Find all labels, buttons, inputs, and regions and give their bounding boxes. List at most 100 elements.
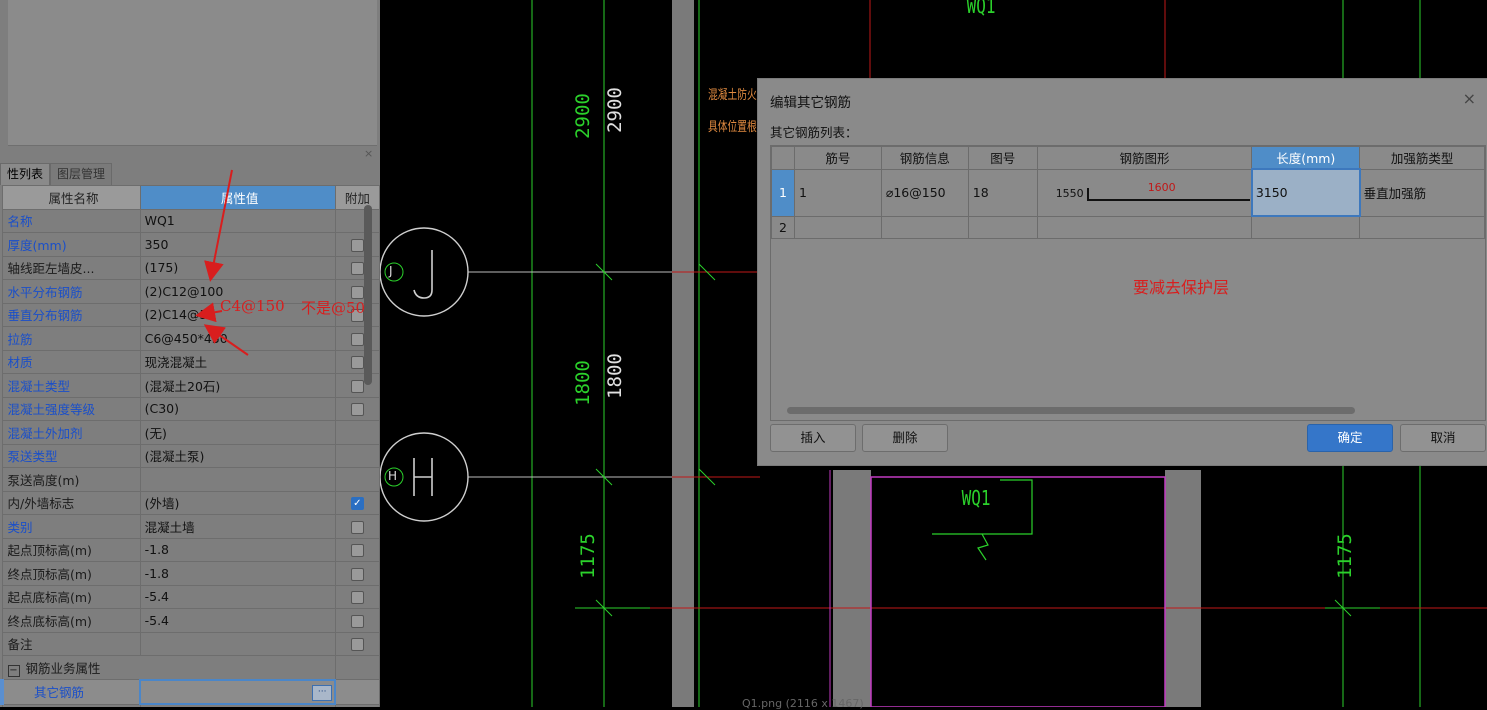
cancel-button[interactable]: 取消 [1400,424,1486,452]
table-row[interactable]: 泵送类型 (混凝土泵) [1,443,380,468]
rebar-table: 筋号 钢筋信息 图号 钢筋图形 长度(mm) 加强筋类型 1 1 ⌀16@150… [771,146,1485,239]
col-length[interactable]: 长度(mm) [1251,146,1361,170]
cell-bar-no[interactable] [793,215,882,239]
property-name: 泵送高度(m) [1,467,141,492]
checkbox-extra[interactable] [350,544,364,558]
col-reinforce-type[interactable]: 加强筋类型 [1359,146,1485,170]
group-rebar-business[interactable]: − 钢筋业务属性 [1,655,336,680]
ellipsis-button[interactable]: ··· [312,684,333,701]
panel-close-icon[interactable]: × [364,147,373,161]
property-value[interactable]: (外墙) [139,490,336,515]
col-bar-shape[interactable]: 钢筋图形 [1036,146,1253,170]
image-filename: Q1.png (2116 x 1467) [742,697,864,710]
table-row[interactable]: 终点底标高(m) -5.4 [1,608,380,633]
table-row[interactable]: 轴线距左墙皮... (175) [1,255,380,280]
cad-note-line2: 具体位置根 [708,120,757,135]
cad-label-wq1-mid: WQ1 [961,486,991,510]
axis-label-h: H [388,469,398,483]
tab-properties[interactable]: 性列表 [0,163,51,185]
property-value[interactable]: -5.4 [139,608,336,633]
table-row[interactable]: 拉筋 C6@450*450 [1,326,380,351]
property-value[interactable]: (混凝土20石) [139,373,336,398]
property-value[interactable]: 现浇混凝土 [139,349,336,374]
checkbox-extra[interactable]: ✓ [350,497,364,511]
table-row[interactable]: 备注 [1,631,380,656]
checkbox-extra[interactable] [350,379,364,393]
property-value[interactable]: (混凝土泵) [139,443,336,468]
dim-2900-green: 2900 [571,93,594,139]
property-value[interactable]: -1.8 [139,537,336,562]
table-row[interactable]: 类别 混凝土墙 [1,514,380,539]
property-value[interactable]: -1.8 [139,561,336,586]
delete-button[interactable]: 删除 [862,424,948,452]
property-name: 其它钢筋 [0,679,141,705]
property-name: 起点底标高(m) [1,584,141,609]
col-bar-no[interactable]: 筋号 [793,146,882,170]
table-row[interactable]: 混凝土类型 (混凝土20石) [1,373,380,398]
property-value[interactable]: WQ1 [139,208,336,233]
property-extra [334,208,380,233]
checkbox-extra[interactable] [350,614,364,628]
collapse-icon[interactable]: − [7,664,20,677]
table-row[interactable]: 1 1 ⌀16@150 18 1550 1600 3150 垂直加强筋 [771,168,1485,217]
other-rebar-input[interactable]: ··· [139,678,337,705]
checkbox-extra[interactable] [350,332,364,346]
cell-bar-info[interactable]: ⌀16@150 [880,168,969,217]
property-value[interactable]: 350 [139,232,336,257]
cell-reinforce-type[interactable] [1359,215,1485,239]
table-row[interactable]: 材质 现浇混凝土 [1,349,380,374]
table-row[interactable]: 混凝土强度等级 (C30) [1,396,380,421]
cell-length[interactable] [1251,215,1361,239]
property-value[interactable]: C6@450*450 [139,326,336,351]
col-figure-no[interactable]: 图号 [967,146,1038,170]
col-bar-info[interactable]: 钢筋信息 [880,146,969,170]
row-number[interactable]: 1 [771,168,795,217]
row-number[interactable]: 2 [771,215,795,239]
property-value[interactable]: (C30) [139,396,336,421]
checkbox-extra[interactable] [350,238,364,252]
property-extra [334,584,380,609]
property-value[interactable]: -5.4 [139,584,336,609]
table-row[interactable]: 其它钢筋 ··· [0,678,380,705]
property-value[interactable] [139,467,336,492]
cell-figure-no[interactable] [967,215,1038,239]
checkbox-extra[interactable] [350,638,364,652]
property-value[interactable]: 混凝土墙 [139,514,336,539]
table-row[interactable]: 名称 WQ1 [1,208,380,233]
checkbox-extra[interactable] [350,520,364,534]
dialog-close-icon[interactable]: × [1463,89,1476,108]
checkbox-extra[interactable] [350,567,364,581]
group-row[interactable]: − 钢筋业务属性 [1,655,380,680]
insert-button[interactable]: 插入 [770,424,856,452]
cell-length[interactable]: 3150 [1250,168,1361,217]
table-row[interactable]: 泵送高度(m) [1,467,380,492]
property-name: 拉筋 [1,326,141,351]
table-row[interactable]: 起点底标高(m) -5.4 [1,584,380,609]
cell-bar-no[interactable]: 1 [793,168,882,217]
annotation-subtract-cover: 要减去保护层 [1133,278,1230,297]
property-value[interactable]: (175) [139,255,336,280]
checkbox-extra[interactable] [350,262,364,276]
cell-bar-info[interactable] [880,215,969,239]
table-row[interactable]: 内/外墙标志 (外墙) ✓ [1,490,380,515]
tab-layers[interactable]: 图层管理 [50,163,113,185]
cell-figure-no[interactable]: 18 [967,168,1038,217]
cell-reinforce-type[interactable]: 垂直加强筋 [1359,168,1485,217]
table-row[interactable]: 起点顶标高(m) -1.8 [1,537,380,562]
panel-scrollbar[interactable] [364,205,372,385]
checkbox-extra[interactable] [350,403,364,417]
table-row[interactable]: 2 [771,215,1485,239]
table-row[interactable]: 终点顶标高(m) -1.8 [1,561,380,586]
cell-bar-shape[interactable] [1036,215,1253,239]
property-value[interactable] [139,631,336,656]
table-row[interactable]: 混凝土外加剂 (无) [1,420,380,445]
cell-bar-shape[interactable]: 1550 1600 [1036,168,1253,217]
property-name: 起点顶标高(m) [1,537,141,562]
table-row[interactable]: 厚度(mm) 350 [1,232,380,257]
grid-horizontal-scrollbar[interactable] [787,407,1355,414]
dim-2900-white: 2900 [603,87,626,133]
checkbox-extra[interactable] [350,591,364,605]
ok-button[interactable]: 确定 [1307,424,1393,452]
property-value[interactable]: (无) [139,420,336,445]
checkbox-extra[interactable] [350,356,364,370]
